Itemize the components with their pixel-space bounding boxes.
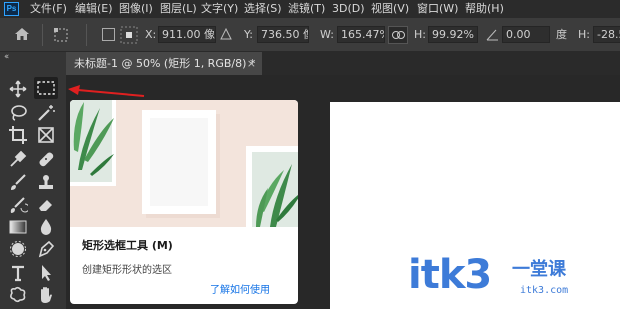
brush-tool[interactable] (6, 172, 30, 194)
angle-unit: 度 (556, 28, 567, 41)
history-brush-icon (10, 197, 28, 213)
angle-icon (486, 29, 498, 41)
blur-tool[interactable] (34, 216, 58, 238)
healing-brush-tool[interactable] (34, 148, 58, 170)
reference-point-icon[interactable] (54, 28, 68, 42)
marquee-icon (37, 81, 55, 95)
clone-stamp-tool[interactable] (34, 172, 58, 194)
w-field[interactable]: 165.47% (337, 26, 385, 43)
pen-icon (38, 240, 55, 258)
h-field[interactable]: 99.92% (428, 26, 478, 43)
menu-file[interactable]: 文件(F) (30, 2, 67, 16)
angle-field[interactable]: 0.00 (502, 26, 550, 43)
options-bar: X: 911.00 像 Y: 736.50 像 W: 165.47% H: 99… (0, 18, 620, 52)
lasso-tool[interactable] (6, 102, 30, 124)
pen-tool[interactable] (34, 238, 58, 260)
menu-edit[interactable]: 编辑(E) (75, 2, 113, 16)
bandage-icon (39, 152, 54, 167)
triangle-icon[interactable] (220, 28, 232, 40)
lasso-icon (11, 105, 27, 121)
menu-type[interactable]: 文字(Y) (201, 2, 238, 16)
menu-bar: Ps 文件(F) 编辑(E) 图像(I) 图层(L) 文字(Y) 选择(S) 滤… (0, 0, 620, 18)
link-icon (392, 31, 405, 39)
menu-help[interactable]: 帮助(H) (465, 2, 504, 16)
hskew-field[interactable]: -28.5 (593, 26, 620, 43)
tool-tooltip: 矩形选框工具 (M) 创建矩形形状的选区 了解如何使用 (70, 100, 298, 304)
path-selection-tool[interactable] (34, 262, 58, 284)
eraser-icon (39, 200, 52, 211)
watermark-text: itk3 (408, 252, 492, 298)
w-label: W: (320, 28, 334, 41)
menu-window[interactable]: 窗口(W) (417, 2, 458, 16)
menu-select[interactable]: 选择(S) (244, 2, 282, 16)
move-icon (9, 80, 27, 98)
document-tab-title: 未标题-1 @ 50% (矩形 1, RGB/8) * (74, 57, 256, 70)
menu-3d[interactable]: 3D(D) (332, 2, 365, 16)
watermark-url: itk3.com (520, 285, 569, 296)
type-tool[interactable] (6, 262, 30, 284)
h-label: H: (414, 28, 426, 41)
eyedropper-tool[interactable] (6, 148, 30, 170)
dodge-icon (10, 241, 26, 257)
link-button[interactable] (388, 26, 408, 44)
learn-how-link[interactable]: 了解如何使用 (210, 281, 270, 296)
hand-tool[interactable] (34, 284, 58, 306)
x-label: X: (145, 28, 157, 41)
tooltip-title: 矩形选框工具 (M) (82, 239, 173, 252)
move-tool[interactable] (6, 78, 30, 100)
eyedropper-icon (10, 150, 27, 167)
watermark-brand: 一堂课 (512, 259, 566, 280)
annotation-arrow-icon (68, 85, 145, 97)
gradient-icon (9, 220, 27, 234)
separator (86, 24, 87, 46)
photoshop-logo: Ps (4, 2, 19, 16)
tooltip-description: 创建矩形形状的选区 (82, 265, 172, 276)
frame-tool[interactable] (34, 124, 58, 146)
close-icon[interactable]: × (247, 52, 256, 75)
frame-icon (38, 127, 54, 143)
tooltip-illustration (70, 100, 298, 236)
y-field[interactable]: 736.50 像 (257, 26, 309, 43)
home-icon[interactable] (14, 26, 30, 42)
menu-filter[interactable]: 滤镜(T) (288, 2, 325, 16)
magic-wand-tool[interactable] (34, 102, 58, 124)
picture-frames-illustration (70, 100, 298, 236)
dodge-tool[interactable] (6, 238, 30, 260)
brush-icon (11, 174, 26, 190)
menu-image[interactable]: 图像(I) (119, 2, 153, 16)
collapse-panel-button[interactable]: ‹‹ (4, 52, 9, 62)
document-tab-bar: 未标题-1 @ 50% (矩形 1, RGB/8) * × (66, 52, 620, 75)
checkbox-icon[interactable] (102, 28, 115, 41)
gradient-tool[interactable] (6, 216, 30, 238)
reference-grid-icon[interactable] (120, 26, 138, 44)
separator (42, 24, 43, 46)
custom-shape-tool[interactable] (6, 284, 30, 306)
x-field[interactable]: 911.00 像 (158, 26, 216, 43)
type-icon (12, 265, 24, 282)
crop-tool[interactable] (6, 124, 30, 146)
menu-layer[interactable]: 图层(L) (160, 2, 197, 16)
crop-icon (9, 126, 27, 144)
arrow-pointer-icon (42, 265, 51, 281)
menu-view[interactable]: 视图(V) (371, 2, 409, 16)
history-brush-tool[interactable] (6, 194, 30, 216)
shape-icon (10, 286, 26, 303)
eraser-tool[interactable] (34, 194, 58, 216)
stamp-icon (39, 175, 53, 189)
y-label: Y: (244, 28, 253, 41)
rectangular-marquee-tool[interactable] (34, 77, 58, 99)
document-tab[interactable]: 未标题-1 @ 50% (矩形 1, RGB/8) * × (66, 52, 262, 75)
magic-wand-icon (38, 105, 55, 121)
hand-icon (41, 287, 52, 303)
hskew-label: H: (578, 28, 590, 41)
drop-icon (40, 219, 52, 235)
